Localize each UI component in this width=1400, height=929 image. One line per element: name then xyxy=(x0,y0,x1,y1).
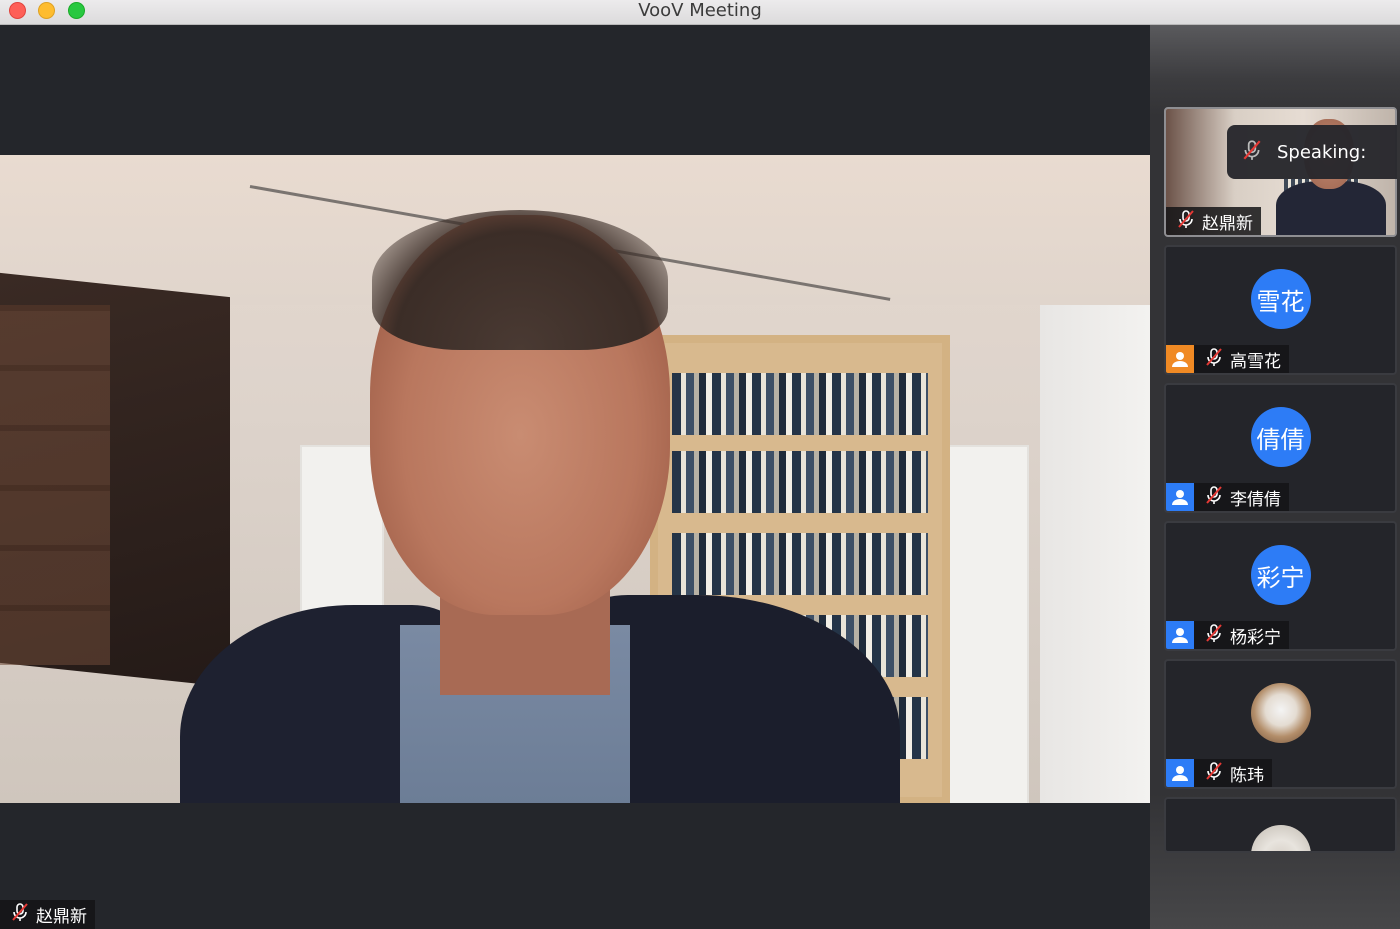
participant-name: 高雪花 xyxy=(1230,351,1281,372)
participant-label: 高雪花 xyxy=(1166,345,1289,373)
participant-label: 杨彩宁 xyxy=(1166,621,1289,649)
mic-muted-icon xyxy=(1204,485,1224,510)
user-icon xyxy=(1166,345,1194,373)
participant-tile[interactable]: 彩宁 杨彩宁 xyxy=(1164,521,1397,651)
participant-avatar-photo xyxy=(1250,825,1311,851)
mic-muted-icon xyxy=(10,902,30,927)
participant-namebox: 陈玮 xyxy=(1194,759,1272,787)
participant-tile[interactable]: 雪花 高雪花 xyxy=(1164,245,1397,375)
main-speaker-name: 赵鼎新 xyxy=(36,907,87,927)
speaking-indicator: Speaking: xyxy=(1227,125,1397,179)
mic-muted-icon xyxy=(1176,209,1196,234)
participant-name: 陈玮 xyxy=(1230,765,1264,786)
participant-avatar: 倩倩 xyxy=(1250,407,1311,467)
user-icon xyxy=(1166,621,1194,649)
mic-muted-icon xyxy=(1204,347,1224,372)
participant-label: 赵鼎新 xyxy=(1166,207,1261,235)
participant-name: 赵鼎新 xyxy=(1202,213,1253,234)
participant-namebox: 李倩倩 xyxy=(1194,483,1289,511)
mic-muted-icon xyxy=(1204,761,1224,786)
video-background xyxy=(945,445,1029,803)
participant-avatar: 彩宁 xyxy=(1250,545,1311,605)
mic-muted-icon xyxy=(1204,623,1224,648)
participant-namebox: 赵鼎新 xyxy=(1166,207,1261,235)
window-title: VooV Meeting xyxy=(638,0,762,21)
participant-avatar: 雪花 xyxy=(1250,269,1311,329)
participant-name: 杨彩宁 xyxy=(1230,627,1281,648)
main-speaker-video[interactable] xyxy=(0,155,1150,803)
participant-label: 陈玮 xyxy=(1166,759,1272,787)
main-speaker-nametag: 赵鼎新 xyxy=(0,900,95,929)
participant-name: 李倩倩 xyxy=(1230,489,1281,510)
video-background xyxy=(1040,305,1150,803)
video-background xyxy=(672,533,928,595)
video-background xyxy=(0,305,110,665)
user-icon xyxy=(1166,759,1194,787)
video-background xyxy=(672,373,928,435)
participant-label: 李倩倩 xyxy=(1166,483,1289,511)
window-titlebar: VooV Meeting xyxy=(0,0,1400,25)
video-background xyxy=(672,451,928,513)
participant-namebox: 高雪花 xyxy=(1194,345,1289,373)
speaker-figure xyxy=(372,210,668,350)
user-icon xyxy=(1166,483,1194,511)
participant-figure xyxy=(1276,181,1386,235)
main-video-stage[interactable]: 赵鼎新 xyxy=(0,25,1150,929)
participant-tile[interactable]: 倩倩 李倩倩 xyxy=(1164,383,1397,513)
speaking-label: Speaking: xyxy=(1277,141,1367,163)
mic-muted-icon xyxy=(1241,139,1263,166)
participant-tile[interactable] xyxy=(1164,797,1397,853)
participant-avatar-photo xyxy=(1250,683,1311,743)
participant-namebox: 杨彩宁 xyxy=(1194,621,1289,649)
participant-tile[interactable]: 陈玮 xyxy=(1164,659,1397,789)
